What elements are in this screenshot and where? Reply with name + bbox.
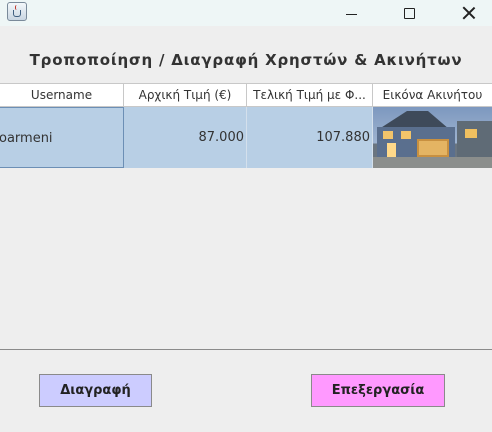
users-properties-table[interactable]: Username Αρχική Τιμή (€) Τελική Τιμή με … xyxy=(0,83,492,350)
delete-button[interactable]: Διαγραφή xyxy=(39,374,152,407)
close-button[interactable] xyxy=(446,0,492,26)
cell-username[interactable]: oarmeni xyxy=(0,107,124,168)
column-header-initial-price[interactable]: Αρχική Τιμή (€) xyxy=(124,84,247,107)
column-header-final-price[interactable]: Τελική Τιμή με Φ... xyxy=(247,84,373,107)
column-header-property-image[interactable]: Εικόνα Ακινήτου xyxy=(373,84,492,107)
minimize-button[interactable] xyxy=(328,0,374,26)
java-cup-icon[interactable] xyxy=(7,2,27,21)
edit-button[interactable]: Επεξεργασία xyxy=(311,374,445,407)
maximize-button[interactable] xyxy=(386,0,432,26)
property-image[interactable] xyxy=(373,107,492,168)
title-bar xyxy=(0,0,492,26)
cell-final-price[interactable]: 107.880 xyxy=(247,107,373,168)
maximize-icon xyxy=(403,7,415,19)
close-icon xyxy=(462,6,476,20)
divider xyxy=(0,349,492,350)
page-title: Τροποποίηση / Διαγραφή Χρηστών & Ακινήτω… xyxy=(29,51,463,69)
table-row[interactable]: oarmeni 87.000 107.880 xyxy=(0,107,492,168)
minimize-icon xyxy=(345,13,357,15)
column-header-username[interactable]: Username xyxy=(0,84,124,107)
cell-initial-price[interactable]: 87.000 xyxy=(124,107,247,168)
table-header: Username Αρχική Τιμή (€) Τελική Τιμή με … xyxy=(0,83,492,107)
